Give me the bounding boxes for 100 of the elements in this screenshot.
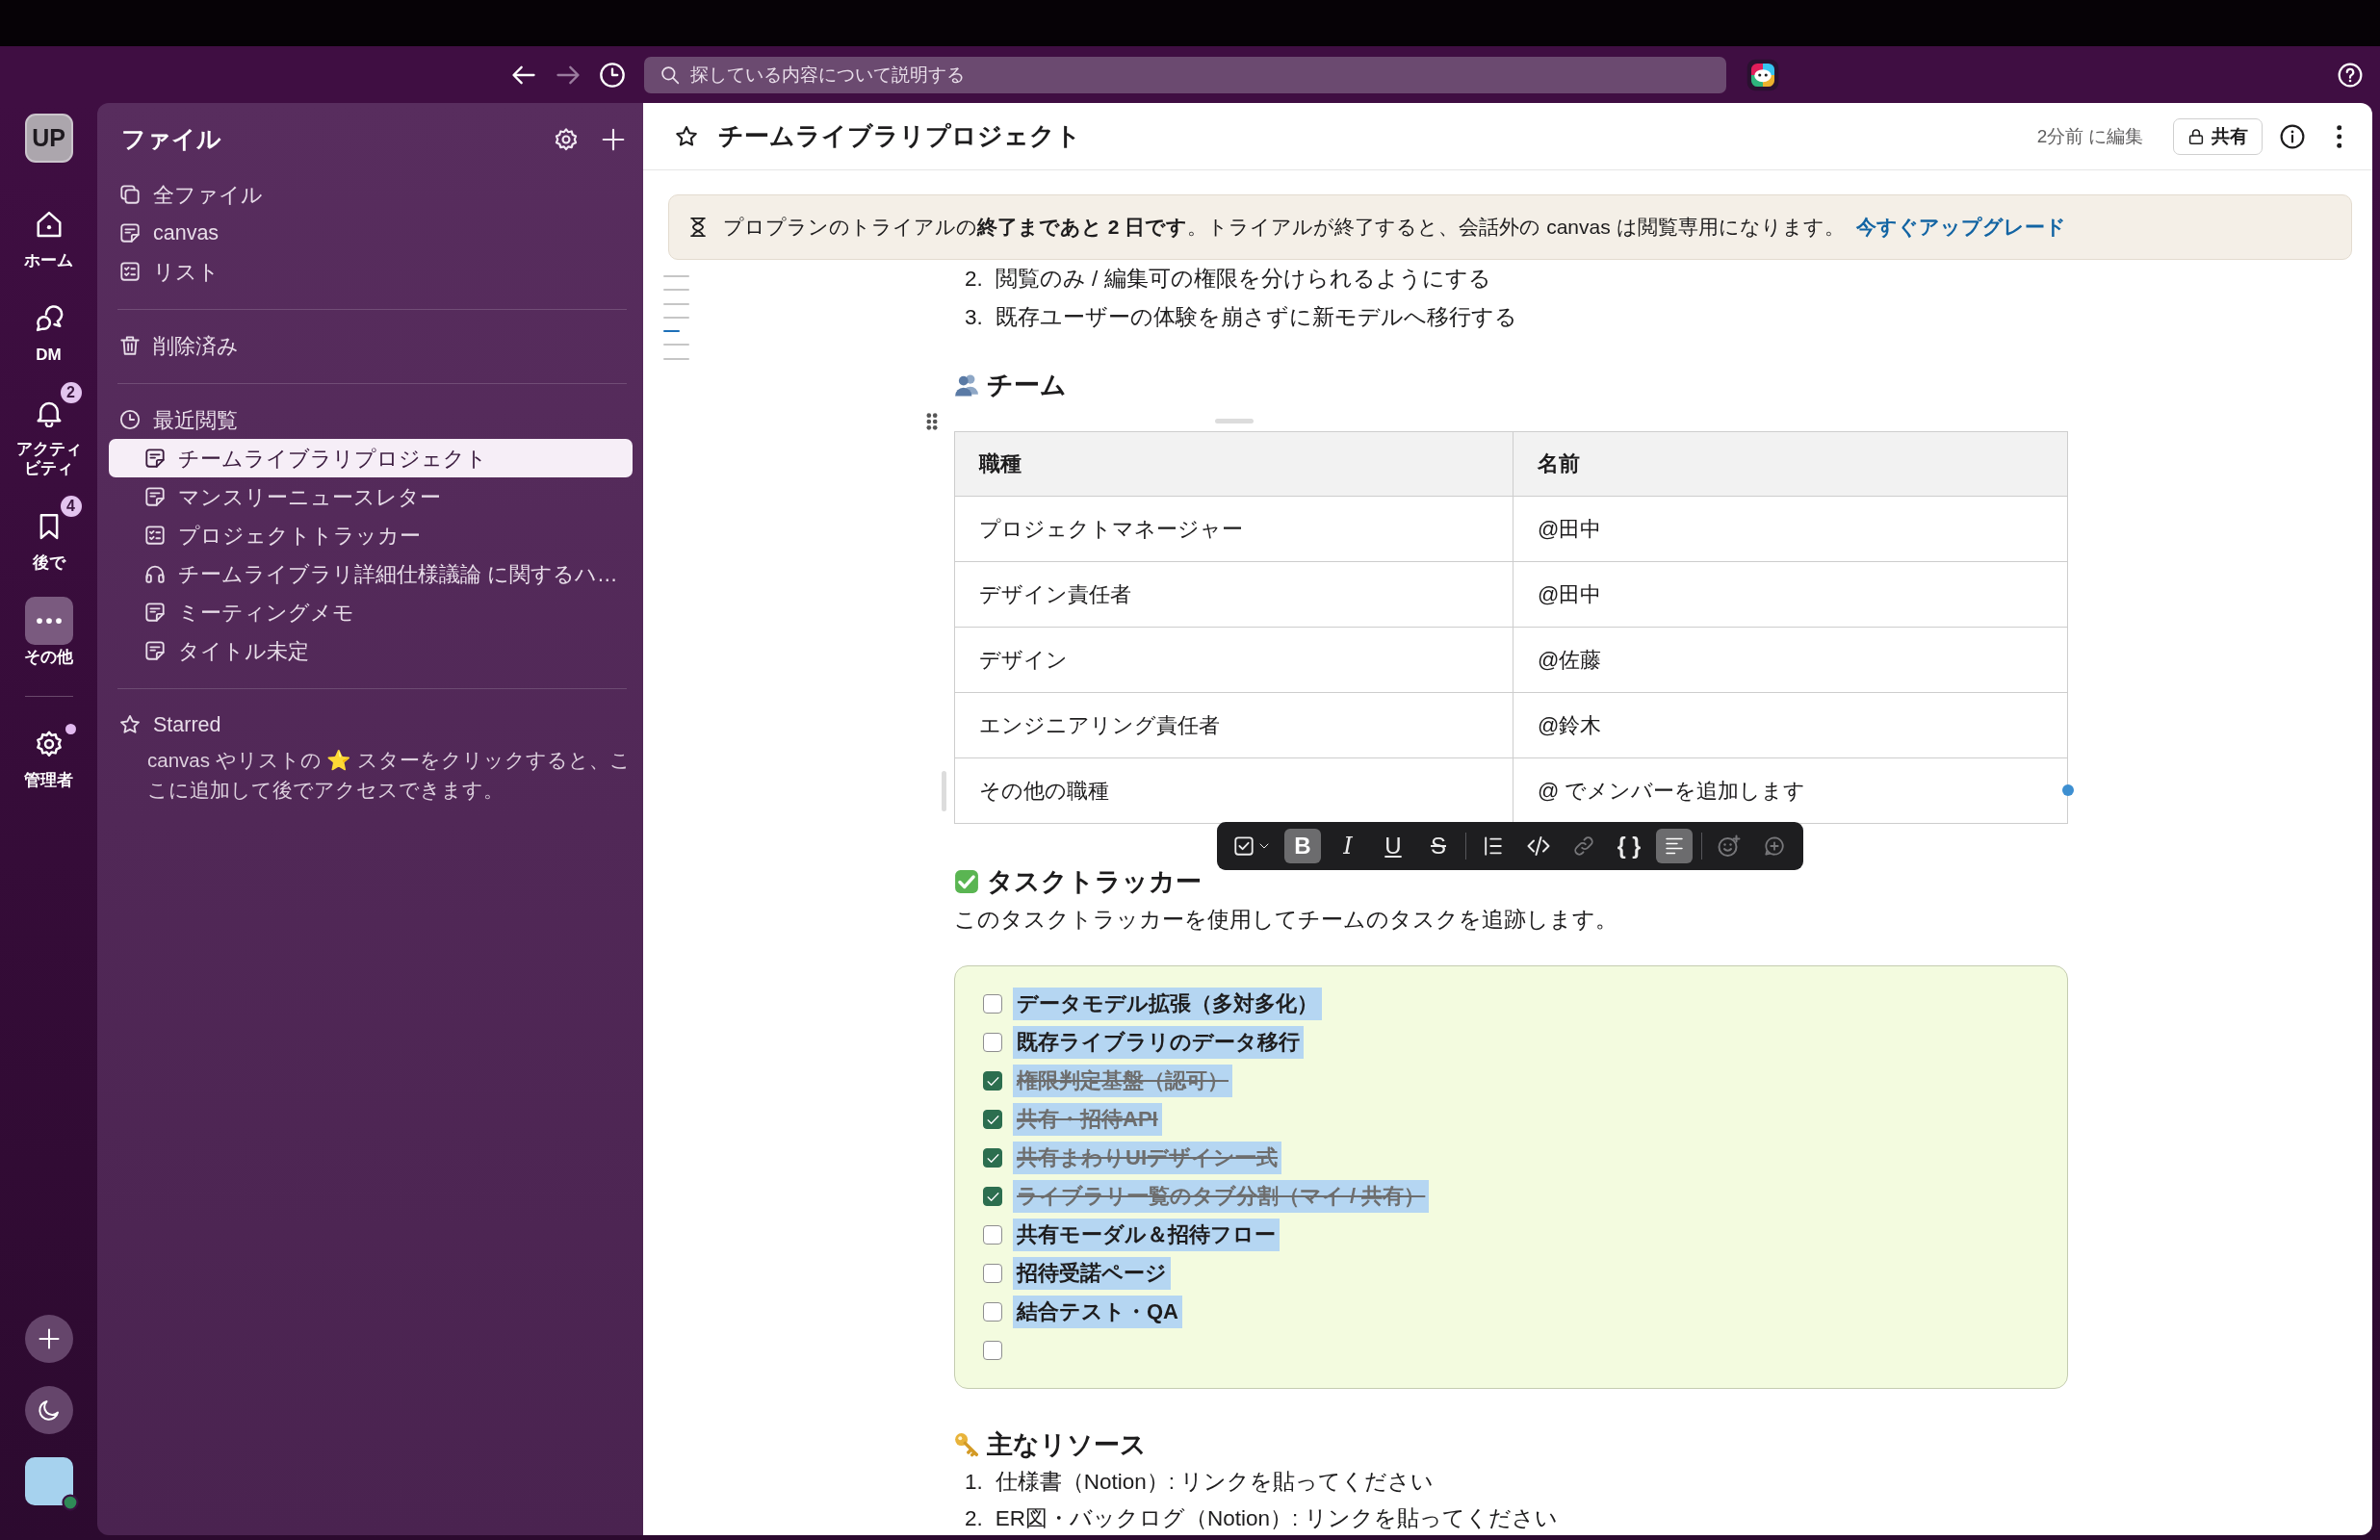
sidebar-item[interactable]: タイトル未定 — [109, 631, 633, 670]
gear-icon — [554, 126, 579, 152]
section-heading: タスクトラッカー — [987, 866, 1202, 898]
sidebar-item[interactable]: プロジェクトトラッカー — [109, 516, 633, 554]
task-checkbox[interactable] — [983, 1264, 1002, 1283]
dm-button[interactable]: DM — [5, 285, 92, 365]
task-checkbox[interactable] — [983, 1341, 1002, 1360]
search-field[interactable]: 探している内容について説明する — [644, 56, 1726, 93]
star-button[interactable] — [675, 124, 698, 148]
table-cell: @田中 — [1513, 497, 2068, 562]
count-badge: 4 — [58, 494, 84, 519]
add-button[interactable] — [24, 1315, 73, 1363]
note-icon — [144, 640, 166, 661]
task-checkbox[interactable] — [983, 1225, 1002, 1245]
row-handle[interactable] — [942, 771, 946, 811]
column-header: 名前 — [1513, 432, 2068, 497]
paragraph-button[interactable] — [1656, 829, 1693, 863]
info-icon — [2279, 123, 2305, 149]
lock-icon — [2186, 127, 2205, 145]
more-options-button[interactable] — [2336, 124, 2341, 148]
star-icon — [119, 714, 141, 735]
underline-button[interactable]: U — [1375, 829, 1411, 863]
table-cell: デザイン — [955, 628, 1513, 693]
task-checkbox[interactable] — [983, 1033, 1002, 1052]
list-marker: 3. — [965, 304, 983, 331]
task-text: 権限判定基盤（認可） — [1013, 1065, 1232, 1097]
column-header: 職種 — [955, 432, 1513, 497]
smiley-plus-icon — [1718, 834, 1741, 858]
sidebar-item[interactable]: リスト — [109, 252, 633, 291]
settings-button[interactable] — [554, 126, 579, 152]
bold-button[interactable]: B — [1284, 829, 1321, 863]
people-icon — [954, 372, 979, 398]
more-button[interactable]: その他 — [5, 587, 92, 667]
workspace-button[interactable]: UP — [24, 114, 73, 163]
sidebar-item[interactable]: チームライブラリプロジェクト — [109, 439, 633, 477]
share-button[interactable]: 共有 — [2172, 117, 2263, 155]
task-checkbox[interactable] — [983, 1148, 1002, 1168]
gear-icon — [34, 730, 64, 758]
task-text: 招待受諾ページ — [1013, 1257, 1171, 1290]
hourglass-icon — [687, 217, 709, 238]
task-checkbox[interactable] — [983, 994, 1002, 1014]
upgrade-link[interactable]: 今すぐアップグレード — [1855, 216, 2066, 238]
task-text: 既存ライブラリのデータ移行 — [1013, 1026, 1304, 1059]
plus-icon — [601, 126, 626, 152]
task-checkbox[interactable] — [983, 1302, 1002, 1322]
edited-time: 2分前 に編集 — [2036, 124, 2144, 148]
outline-line[interactable] — [663, 330, 680, 333]
note-icon — [119, 222, 141, 244]
count-badge: 2 — [58, 380, 84, 405]
list-marker: 2. — [965, 266, 983, 293]
canvas-title: チームライブラリプロジェクト — [718, 120, 1082, 152]
clock-icon — [599, 61, 626, 89]
theme-button[interactable] — [24, 1386, 73, 1434]
list-item-text: ER図・バックログ（Notion）: リンクを貼ってください — [995, 1505, 1558, 1532]
sidebar-item[interactable]: 削除済み — [109, 326, 633, 365]
home-button[interactable]: ホーム — [5, 191, 92, 270]
key-icon — [954, 1432, 979, 1457]
strikethrough-button[interactable]: S — [1420, 829, 1457, 863]
quote-icon — [1483, 835, 1504, 857]
sidebar-item[interactable]: マンスリーニュースレター — [109, 477, 633, 516]
task-text: ライブラリ一覧のタブ分割（マイ / 共有） — [1013, 1180, 1430, 1213]
avatar-placeholder[interactable] — [24, 1457, 73, 1505]
banner-message: プロプランのトライアルの終了まであと 2 日です。トライアルが終了すると、会話外の canvas は閲覧専用になります。 今すぐアップグレード — [723, 215, 2066, 241]
sidebar-item[interactable]: チームライブラリ詳細仕様議論 に関するハ… — [109, 554, 633, 593]
task-text: 共有モーダル＆招待フロー — [1013, 1219, 1280, 1251]
table-cell: @佐藤 — [1513, 628, 2068, 693]
info-button[interactable] — [2279, 123, 2305, 149]
moon-icon — [37, 1399, 61, 1422]
headphones-icon — [144, 563, 166, 584]
code-block-button[interactable]: { } — [1611, 829, 1647, 863]
sidebar-item[interactable]: ミーティングメモ — [109, 593, 633, 631]
admin-button[interactable]: 管理者 — [5, 710, 92, 790]
table-cell: エンジニアリング責任者 — [955, 693, 1513, 758]
section-title: 最近閲覧 — [153, 407, 238, 434]
drag-handle-icon[interactable] — [926, 413, 938, 430]
section-heading: 主なリソース — [987, 1429, 1147, 1461]
trash-icon — [119, 335, 141, 356]
starred-hint: canvas やリストの ⭐ スターをクリックすると、ここに追加して後でアクセスできます。 — [146, 748, 633, 803]
task-text: データモデル拡張（多対多化） — [1013, 988, 1322, 1020]
help-icon — [2338, 62, 2363, 88]
comment-plus-icon — [1764, 835, 1785, 857]
resize-handle-icon[interactable] — [2062, 784, 2074, 796]
activity-button[interactable]: アクティビティ 2 — [5, 379, 92, 478]
clock-icon — [119, 409, 141, 430]
sidebar-item[interactable]: canvas — [109, 214, 633, 252]
task-checkbox[interactable] — [983, 1187, 1002, 1206]
sidebar-item[interactable]: 全ファイル — [109, 175, 633, 214]
table-cell: @田中 — [1513, 562, 2068, 628]
later-button[interactable]: 後で 4 — [5, 493, 92, 573]
search-icon — [660, 64, 680, 85]
list-item-text: 仕様書（Notion）: リンクを貼ってください — [995, 1469, 1435, 1496]
column-handle[interactable] — [1215, 419, 1254, 424]
task-checkbox[interactable] — [983, 1110, 1002, 1129]
new-file-button[interactable] — [601, 126, 626, 152]
italic-button[interactable]: I — [1330, 829, 1366, 863]
sidebar-title: ファイル — [121, 124, 222, 154]
note-icon — [144, 602, 166, 623]
mascot-icon[interactable] — [1746, 58, 1779, 91]
task-checkbox[interactable] — [983, 1071, 1002, 1091]
table-cell: プロジェクトマネージャー — [955, 497, 1513, 562]
